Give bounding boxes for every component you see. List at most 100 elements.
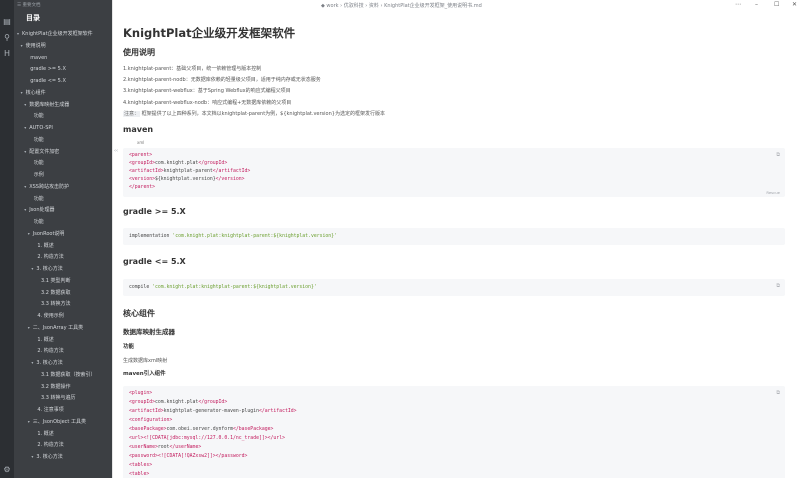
toc-item[interactable]: 功能 bbox=[34, 136, 44, 144]
toc-item-label: XSS跨站攻击防护 bbox=[29, 183, 69, 190]
code-line: <groupId>com.knight.plat</groupId> bbox=[129, 400, 228, 405]
toc-item-label: 3. 核心方法 bbox=[36, 454, 63, 460]
activity-rail: ▤ ⚲ H ⚙ bbox=[0, 0, 14, 478]
toc-item[interactable]: ▾ 3. 核心方法 bbox=[31, 359, 62, 367]
toc-item[interactable]: gradle <= 5.X bbox=[30, 77, 66, 85]
files-icon[interactable]: ▤ bbox=[3, 18, 11, 26]
toc-item-label: 功能 bbox=[33, 219, 44, 225]
toc-item[interactable]: 示例 bbox=[34, 171, 44, 179]
toc-item-label: JsonRoot说明 bbox=[32, 230, 65, 237]
toc-item[interactable]: 功能 bbox=[34, 112, 44, 120]
note-tag: 注意： bbox=[123, 111, 141, 117]
toc-item-label: 3.2 数据获取 bbox=[41, 289, 71, 296]
toc-item-label: Json处理器 bbox=[29, 207, 55, 214]
toc-item[interactable]: 4. 注意事项 bbox=[37, 406, 63, 414]
toc-item-label: 3.2 数据操作 bbox=[41, 383, 71, 390]
toc-item-label: 功能 bbox=[33, 195, 44, 202]
toc-item[interactable]: ▾ XSS跨站攻击防护 bbox=[24, 183, 69, 191]
code-language-label[interactable]: xml bbox=[137, 140, 144, 145]
search-icon[interactable]: ⚲ bbox=[3, 34, 11, 42]
toc-item[interactable]: 3.2 数据获取 bbox=[41, 289, 71, 297]
toc-item-label: 3.1 数据获取（按索引） bbox=[41, 371, 96, 378]
toc-item[interactable]: gradle >= 5.X bbox=[30, 65, 66, 73]
toc-item[interactable]: ▾ JsonRoot说明 bbox=[28, 230, 65, 238]
copy-icon[interactable]: ⧉ bbox=[776, 390, 780, 396]
toc-item-label: 2. 构造方法 bbox=[37, 254, 64, 261]
toc-item[interactable]: 2. 构造方法 bbox=[37, 253, 63, 261]
gradle-old-code-block[interactable]: ⧉ compile 'com.knight.plat:knightplat-pa… bbox=[123, 279, 785, 296]
toc-item[interactable]: ▾ 3. 核心方法 bbox=[31, 453, 62, 461]
gradle-new-code-block[interactable]: implementation 'com.knight.plat:knightpl… bbox=[123, 228, 785, 245]
toc-item[interactable]: ▾ Json处理器 bbox=[24, 206, 54, 214]
toc-item-label: 数据库映射生成器 bbox=[29, 101, 70, 108]
toc-item-label: maven bbox=[30, 54, 48, 61]
toc-item[interactable]: ▾ 3. 核心方法 bbox=[31, 265, 62, 273]
file-breadcrumb[interactable]: ◆ work › 优驭科技 › 资料 › KnightPlat企业级开发框架_使… bbox=[321, 2, 482, 9]
toc-item[interactable]: ▾ 核心组件 bbox=[21, 89, 46, 97]
code-line: <configuration> bbox=[129, 418, 173, 423]
toc-item[interactable]: 1. 概述 bbox=[37, 430, 53, 438]
usage-note: 注意： 框架提供了以上四种系列，本文档以knightplat-parent为例，… bbox=[123, 110, 385, 117]
toc-item-label: 功能 bbox=[33, 160, 44, 167]
toc-item[interactable]: ▾ 配置文件加密 bbox=[24, 148, 59, 156]
toc-item[interactable]: maven bbox=[30, 54, 47, 62]
workspace-label: ☰ 重要文档 bbox=[17, 3, 41, 8]
toc-item[interactable]: 功能 bbox=[34, 159, 44, 167]
toc-item[interactable]: 1. 概述 bbox=[37, 336, 53, 344]
toc-item[interactable]: 3.1 数据获取（按索引） bbox=[41, 371, 96, 379]
outline-sidebar: ☰ 重要文档 目录 ▾ KnightPlat企业级开发框架软件 ▾ 使用说明 maven… bbox=[14, 0, 112, 478]
minimize-button[interactable]: – bbox=[755, 1, 758, 8]
toc-item-label: 3.3 转换方法 bbox=[41, 301, 71, 308]
code-line: <plugin> bbox=[129, 391, 153, 396]
toc-item[interactable]: 2. 构造方法 bbox=[37, 347, 63, 355]
toc-item[interactable]: 3.2 数据操作 bbox=[41, 383, 71, 391]
core-components-heading: 核心组件 bbox=[123, 309, 155, 318]
db-generator-heading: 数据库映射生成器 bbox=[123, 328, 175, 336]
toc-item[interactable]: ▾ 三、JsonObject 工具类 bbox=[28, 418, 86, 426]
copy-icon[interactable]: ⧉ bbox=[776, 283, 780, 289]
toc-item[interactable]: 2. 构造方法 bbox=[37, 441, 63, 449]
outline-icon[interactable]: H bbox=[3, 50, 11, 58]
toc-item-label: 核心组件 bbox=[25, 89, 46, 96]
usage-line: 4.knightplat-parent-webflux-nodb：响应式编程+无… bbox=[123, 100, 292, 106]
plugin-code-block[interactable]: ⧉ <plugin> <groupId>com.knight.plat</gro… bbox=[123, 386, 785, 478]
toc-item-label: 3.3 转换与遍历 bbox=[41, 395, 76, 402]
more-options-icon[interactable]: ⋯ bbox=[735, 1, 741, 8]
code-line: <groupId>com.knight.plat</groupId> bbox=[129, 161, 228, 166]
settings-gear-icon[interactable]: ⚙ bbox=[3, 466, 11, 474]
outline-title: 目录 bbox=[26, 14, 40, 22]
toc-item[interactable]: 功能 bbox=[34, 218, 44, 226]
toc-item-label: gradle >= 5.X bbox=[30, 66, 66, 73]
toc-item[interactable]: ▾ 使用说明 bbox=[21, 42, 46, 50]
usage-heading: 使用说明 bbox=[123, 48, 155, 57]
toc-item[interactable]: 功能 bbox=[34, 195, 44, 203]
maximize-button[interactable]: ☐ bbox=[774, 1, 779, 8]
toc-item[interactable]: ▾ AUTO-SPI bbox=[24, 124, 53, 132]
toc-item-label: AUTO-SPI bbox=[29, 125, 53, 131]
close-button[interactable]: ✕ bbox=[792, 1, 797, 8]
toc-item-label: 功能 bbox=[33, 113, 44, 120]
maven-code-block[interactable]: ⧉ <parent> <groupId>com.knight.plat</gro… bbox=[123, 148, 785, 197]
toc-item[interactable]: 3.1 类型判断 bbox=[41, 277, 71, 285]
document-title: KnightPlat企业级开发框架软件 bbox=[123, 26, 296, 40]
toc-item[interactable]: 3.3 转换方法 bbox=[41, 300, 71, 308]
toc-item-label: KnightPlat企业级开发框架软件 bbox=[22, 31, 93, 37]
toc-item[interactable]: 4. 使用示例 bbox=[37, 312, 63, 320]
gradle-new-heading: gradle >= 5.X bbox=[123, 207, 186, 216]
code-line: <url><![CDATA[jdbc:mysql://127.0.0.1/nc_… bbox=[129, 436, 285, 441]
code-line: compile 'com.knight.plat:knightplat-pare… bbox=[129, 285, 317, 290]
toc-item[interactable]: ▾ KnightPlat企业级开发框架软件 bbox=[17, 30, 93, 38]
note-text: 框架提供了以上四种系列，本文档以knightplat-parent为例，${kn… bbox=[141, 111, 385, 117]
toc-item[interactable]: 3.3 转换与遍历 bbox=[41, 394, 76, 402]
title-bar: ◆ work › 优驭科技 › 资料 › KnightPlat企业级开发框架_使… bbox=[113, 0, 800, 12]
toc-item-label: 3. 核心方法 bbox=[36, 266, 63, 272]
copy-icon[interactable]: ⧉ bbox=[776, 152, 780, 158]
toc-item[interactable]: ▾ 数据库映射生成器 bbox=[24, 101, 69, 109]
toc-item[interactable]: ▾ 二、JsonArray 工具类 bbox=[28, 324, 83, 332]
toc-item[interactable]: 1. 概述 bbox=[37, 242, 53, 250]
markdown-document[interactable]: KnightPlat企业级开发框架软件 使用说明 1.knightplat-pa… bbox=[113, 12, 800, 478]
toc-item-label: 3. 核心方法 bbox=[36, 360, 63, 366]
code-line: <userName>root</userName> bbox=[129, 445, 202, 450]
toc-item-label: 2. 构造方法 bbox=[37, 348, 64, 355]
toc-item-label: 1. 概述 bbox=[37, 430, 54, 437]
